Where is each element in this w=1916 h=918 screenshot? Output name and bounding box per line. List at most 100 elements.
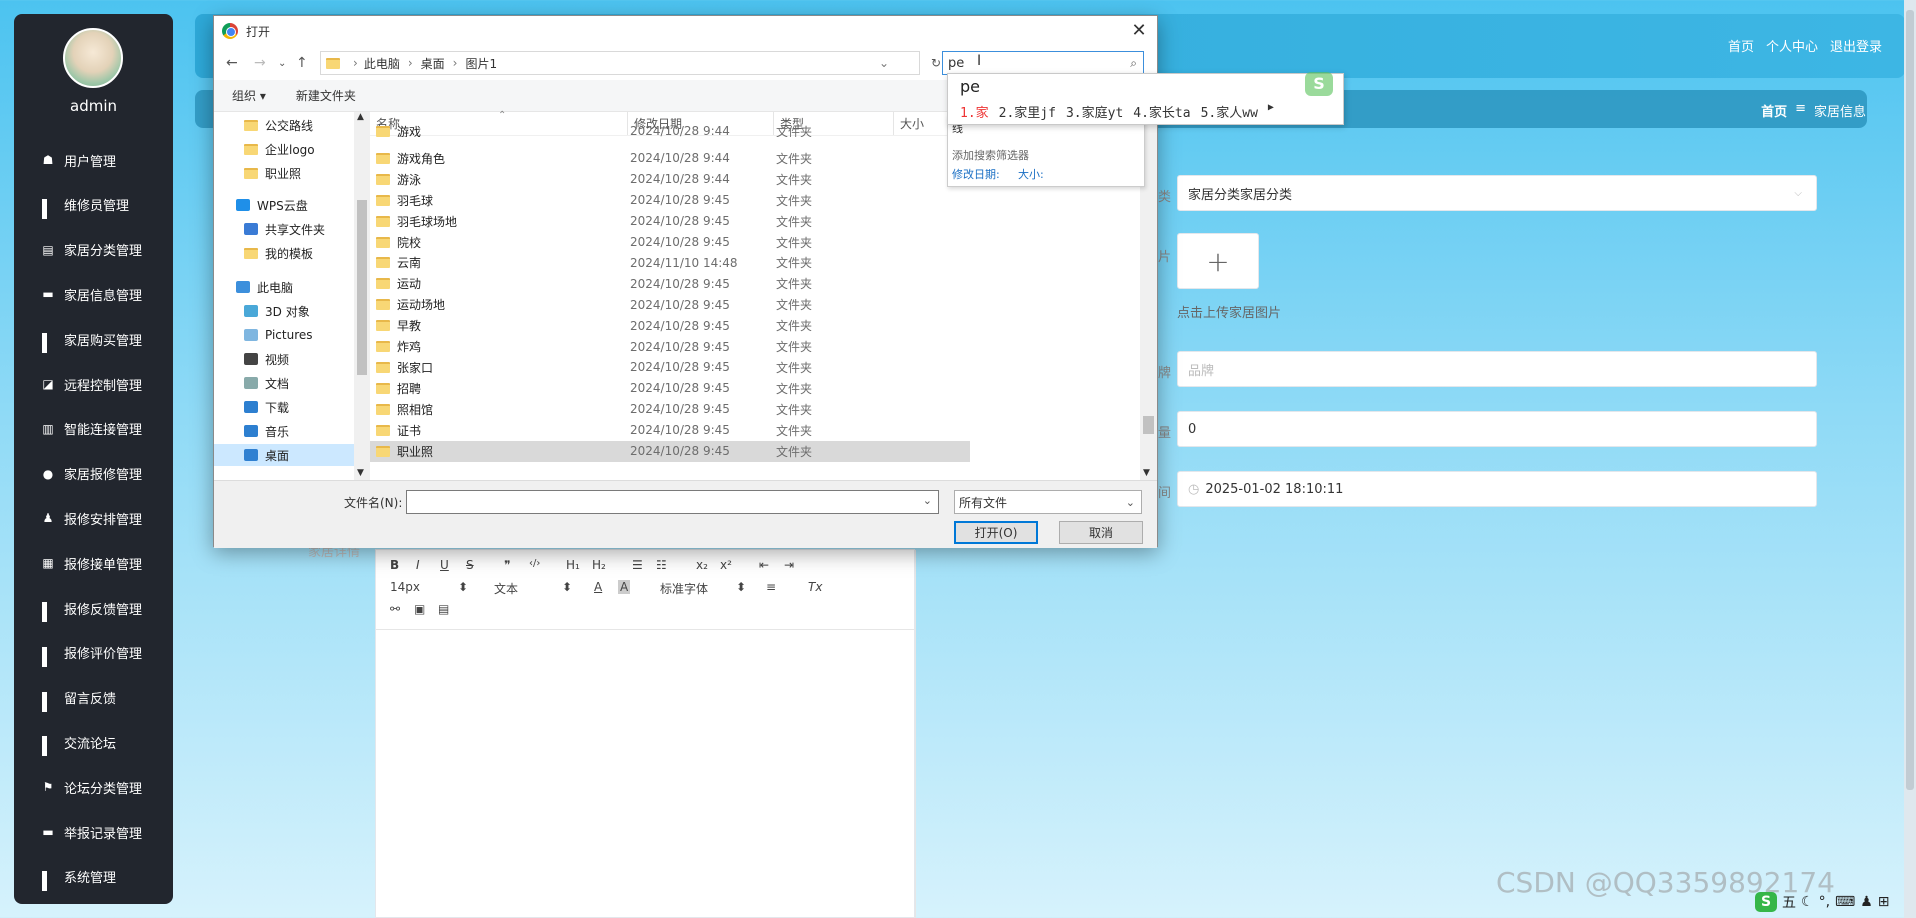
address-bar[interactable]: › 此电脑 › 桌面 › 图片1 ⌄ ↻ xyxy=(320,51,941,75)
grid-icon[interactable]: ⊞ xyxy=(1878,894,1890,910)
filter-size[interactable]: 大小: xyxy=(1018,166,1044,182)
indent-icon[interactable]: ⇥ xyxy=(784,558,794,572)
avatar[interactable] xyxy=(63,28,123,88)
sidebar-item[interactable]: 交流论坛 xyxy=(14,728,173,757)
recent-chevron-icon[interactable]: ⌄ xyxy=(278,58,286,69)
ime-candidate[interactable]: 2.家里jf xyxy=(999,102,1056,121)
page-scroll-thumb[interactable] xyxy=(1906,10,1914,790)
quote-button[interactable]: ❞ xyxy=(504,558,510,572)
filter-modified-date[interactable]: 修改日期: xyxy=(952,166,1000,182)
file-row[interactable]: 证书 2024/10/28 9:45 文件夹 xyxy=(370,420,970,441)
back-arrow-icon[interactable]: ← xyxy=(226,55,238,71)
search-icon[interactable]: ⌕ xyxy=(1130,56,1137,71)
tree-item[interactable]: 下载 xyxy=(244,396,354,418)
tree-item[interactable]: 职业照 xyxy=(244,162,354,184)
path-segment[interactable]: 此电脑 xyxy=(364,55,400,72)
sidebar-item[interactable]: ▦ 报修接单管理 xyxy=(14,549,173,577)
file-row[interactable]: 运动场地 2024/10/28 9:45 文件夹 xyxy=(370,294,970,315)
category-select[interactable]: 家居分类家居分类 ⌵ xyxy=(1177,175,1817,211)
filetype-select[interactable]: 所有文件 ⌄ xyxy=(954,490,1142,514)
ime-candidate[interactable]: 5.家人ww xyxy=(1201,102,1258,121)
tree-item[interactable]: WPS云盘 xyxy=(236,194,346,216)
cancel-button[interactable]: 取消 xyxy=(1059,521,1143,544)
file-row[interactable]: 张家口 2024/10/28 9:45 文件夹 xyxy=(370,357,970,378)
file-row[interactable]: 招聘 2024/10/28 9:45 文件夹 xyxy=(370,378,970,399)
tree-item[interactable]: 我的模板 xyxy=(244,242,354,264)
file-row[interactable]: 早教 2024/10/28 9:45 文件夹 xyxy=(370,315,970,336)
file-row[interactable]: 游戏 2024/10/28 9:44 文件夹 xyxy=(370,125,970,137)
refresh-icon[interactable]: ↻ xyxy=(931,56,941,70)
sidebar-item[interactable]: ♟ 报修安排管理 xyxy=(14,504,173,532)
file-row[interactable]: 运动 2024/10/28 9:45 文件夹 xyxy=(370,273,970,294)
tree-item[interactable]: 3D 对象 xyxy=(244,300,354,322)
file-row[interactable]: 游泳 2024/10/28 9:44 文件夹 xyxy=(370,169,970,190)
scroll-down-icon[interactable]: ▼ xyxy=(357,468,364,478)
close-icon[interactable]: ✕ xyxy=(1127,19,1151,43)
clear-format-button[interactable]: Tx xyxy=(808,580,822,594)
filename-input[interactable]: ⌄ xyxy=(406,490,939,514)
underline-button[interactable]: U xyxy=(440,558,449,572)
sidebar-item[interactable]: ● 家居报修管理 xyxy=(14,460,173,488)
italic-button[interactable]: I xyxy=(416,558,420,572)
file-row[interactable]: 院校 2024/10/28 9:45 文件夹 xyxy=(370,232,970,253)
path-segment[interactable]: 图片1 xyxy=(465,55,497,72)
up-arrow-icon[interactable]: ↑ xyxy=(296,55,308,71)
tree-item[interactable]: 企业logo xyxy=(244,138,354,160)
tree-item[interactable]: Pictures xyxy=(244,324,354,346)
tree-item[interactable]: 公交路线 xyxy=(244,114,354,136)
sogou-tray-icon[interactable]: S xyxy=(1755,892,1777,912)
brand-input[interactable]: 品牌 xyxy=(1177,351,1817,387)
file-row[interactable]: 羽毛球场地 2024/10/28 9:45 文件夹 xyxy=(370,211,970,232)
bullet-list-icon[interactable]: ☷ xyxy=(656,558,667,572)
sidebar-item[interactable]: ▤ 家居分类管理 xyxy=(14,236,173,264)
sidebar-item[interactable]: 家居购买管理 xyxy=(14,325,173,354)
quantity-input[interactable]: 0 xyxy=(1177,411,1817,447)
top-link-profile[interactable]: 个人中心 xyxy=(1766,36,1818,55)
organize-button[interactable]: 组织 ▾ xyxy=(232,87,266,104)
image-upload-button[interactable]: + xyxy=(1177,233,1259,289)
ime-candidate[interactable]: 1.家 xyxy=(960,102,989,121)
ime-candidate[interactable]: 3.家庭yt xyxy=(1066,102,1123,121)
sidebar-item[interactable]: ☗ 用户管理 xyxy=(14,146,173,174)
code-button[interactable]: ‹/› xyxy=(529,558,540,569)
font-family-select[interactable]: 标准字体 xyxy=(660,580,708,597)
tree-item[interactable]: 音乐 xyxy=(244,420,354,442)
file-row[interactable]: 炸鸡 2024/10/28 9:45 文件夹 xyxy=(370,336,970,357)
sidebar-item[interactable]: 系统管理 xyxy=(14,863,173,891)
scroll-up-icon[interactable]: ▲ xyxy=(357,112,364,122)
moon-icon[interactable]: ☾ xyxy=(1801,894,1814,910)
datetime-input[interactable]: ◷ 2025-01-02 18:10:11 xyxy=(1177,471,1817,507)
tree-scroll-thumb[interactable] xyxy=(357,200,367,375)
strike-button[interactable]: S xyxy=(466,558,474,572)
video-icon[interactable]: ▤ xyxy=(438,602,449,616)
tree-item[interactable]: 此电脑 xyxy=(236,276,346,298)
sidebar-item[interactable]: 报修评价管理 xyxy=(14,639,173,667)
file-row[interactable]: 羽毛球 2024/10/28 9:45 文件夹 xyxy=(370,190,970,211)
subscript-button[interactable]: x₂ xyxy=(696,558,708,572)
file-row[interactable]: 游戏角色 2024/10/28 9:44 文件夹 xyxy=(370,148,970,169)
rich-text-editor[interactable]: B I U S ❞ ‹/› H₁ H₂ ☰ ☷ x₂ x² ⇤ ⇥ 14px ⬍… xyxy=(375,549,916,918)
forward-arrow-icon[interactable]: → xyxy=(254,55,266,71)
file-row[interactable]: 云南 2024/11/10 14:48 文件夹 xyxy=(370,252,970,273)
sidebar-item[interactable]: ◪ 远程控制管理 xyxy=(14,370,173,398)
ime-candidate[interactable]: 4.家长ta xyxy=(1133,102,1190,121)
top-link-home[interactable]: 首页 xyxy=(1728,36,1754,55)
tree-scrollbar[interactable]: ▲ ▼ xyxy=(354,112,370,480)
h2-button[interactable]: H₂ xyxy=(592,558,606,572)
font-color-icon[interactable]: A xyxy=(594,580,602,594)
sidebar-item[interactable]: ▥ 智能连接管理 xyxy=(14,415,173,443)
sidebar-item[interactable]: 维修员管理 xyxy=(14,191,173,219)
bold-button[interactable]: B xyxy=(390,558,399,572)
sidebar-item[interactable]: ⚑ 论坛分类管理 xyxy=(14,773,173,801)
scroll-down-icon[interactable]: ▼ xyxy=(1143,468,1150,478)
image-icon[interactable]: ▣ xyxy=(414,602,425,616)
ordered-list-icon[interactable]: ☰ xyxy=(632,558,643,572)
ime-next-icon[interactable]: ▶ xyxy=(1268,102,1274,121)
h1-button[interactable]: H₁ xyxy=(566,558,580,572)
text-style-select[interactable]: 文本 xyxy=(494,580,518,597)
chevron-down-icon[interactable]: ⌄ xyxy=(923,494,932,507)
person-icon[interactable]: ♟ xyxy=(1860,894,1873,910)
file-row[interactable]: 照相馆 2024/10/28 9:45 文件夹 xyxy=(370,399,970,420)
outdent-icon[interactable]: ⇤ xyxy=(759,558,769,572)
keyboard-icon[interactable]: ⌨ xyxy=(1835,894,1855,910)
